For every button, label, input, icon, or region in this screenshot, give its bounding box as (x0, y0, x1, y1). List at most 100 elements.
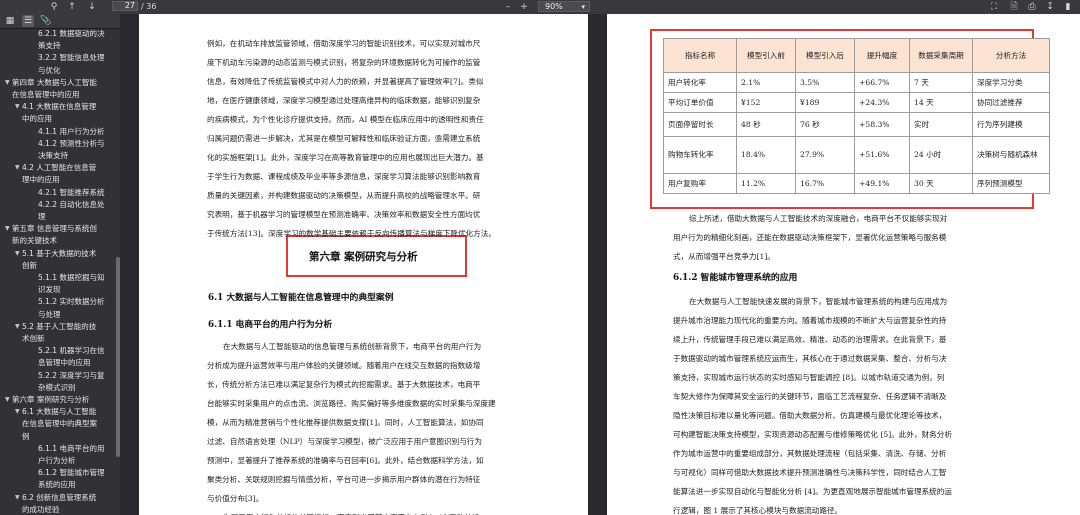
download-icon[interactable]: ↧ (1044, 1, 1056, 13)
chevron-down-icon[interactable]: ▼ (5, 224, 10, 233)
outline-item[interactable]: 6.1.2 智能城市管理 (38, 468, 104, 477)
pdf-page-right: 指标名称 模型引入前 模型引入后 提升幅度 数据采集周期 分析方法 用户转化率 2.1% 3.5… (607, 14, 1080, 515)
document-outline: 6.2.1 数据驱动的决 策支持 3.2.2 智能信息处理 与优化 ▼ 第四章 大数据与人… (0, 29, 120, 515)
outline-item[interactable]: 6.1.1 电商平台的用 (38, 444, 104, 453)
outline-item[interactable]: 5.1.2 实时数据分析 (38, 297, 104, 306)
outline-item[interactable]: 6.2.1 数据驱动的决 (38, 29, 104, 38)
outline-item[interactable]: 新的关键技术 (12, 236, 57, 245)
body-text-line: 质量的关键因素，并构建数据驱动的决策模型，从而提升高校的战略管理水平。研 (207, 191, 481, 200)
chevron-down-icon[interactable]: ▼ (15, 322, 20, 331)
table-cell: 深度学习分类 (972, 72, 1050, 93)
chevron-down-icon[interactable]: ▼ (15, 493, 20, 502)
table-cell: ¥189 (795, 92, 855, 113)
outline-item-label: 理中的应用 (22, 175, 60, 185)
outline-item[interactable]: 5.2.1 机器学习在信 (38, 346, 104, 355)
table-cell: +58.3% (854, 112, 910, 137)
outline-item[interactable]: ▼ 第五章 信息管理与系统创 (5, 224, 97, 233)
table-cell: +66.7% (854, 72, 910, 93)
outline-item[interactable]: ▼ 6.1 大数据与人工智能 (15, 407, 96, 416)
open-file-icon[interactable]: 🗎 (1008, 1, 1020, 13)
outline-item[interactable]: 3.2.2 智能信息处理 (38, 53, 104, 62)
outline-item[interactable]: 术创新 (22, 334, 45, 343)
outline-item[interactable]: 4.2.2 自动化信息处 (38, 200, 104, 209)
outline-item[interactable]: 理 (38, 212, 46, 221)
outline-item[interactable]: 息管理中的应用 (38, 358, 91, 367)
outline-item-label: 在信息管理中的应用 (12, 90, 80, 99)
body-text-line: 与可视化）同样可借助大数据技术提升预测准确性与决策科学性，同时结合人工智 (673, 468, 947, 477)
body-text-line: 提升城市治理能力现代化的重要方向。随着城市规模的不断扩大与运营复杂性的持 (673, 316, 947, 325)
table-cell: 3.5% (795, 72, 855, 93)
outline-item[interactable]: 在信息管理中的应用 (12, 90, 80, 99)
outline-item[interactable]: 5.1.1 数据挖掘与知 (38, 273, 104, 282)
chevron-down-icon[interactable]: ▼ (15, 407, 20, 416)
attachments-icon[interactable]: 📎 (40, 15, 52, 27)
outline-item[interactable]: ▼ 6.2 创新信息管理系统 (15, 493, 96, 502)
zoom-out-icon[interactable]: – (502, 1, 514, 13)
outline-item-label: 4.2 人工智能在信息管 (22, 163, 97, 173)
table-cell: +49.1% (854, 173, 910, 194)
outline-item[interactable]: 杂模式识别 (38, 383, 76, 392)
chevron-down-icon[interactable]: ▼ (5, 395, 10, 404)
body-text-line: 式，从而增强平台竞争力[1]。 (673, 252, 775, 261)
body-text-line: 归属问题仍需进一步解决，尤其是在模型可解释性和临床验证方面，亟需建立系统 (207, 134, 481, 143)
outline-item-label: 中的应用 (22, 114, 52, 124)
outline-item[interactable]: 4.1.1 用户行为分析 (38, 127, 104, 136)
outline-item[interactable]: ▼ 第六章 案例研究与分析 (5, 395, 89, 404)
table-cell: 行为序列建模 (972, 112, 1050, 137)
table-header-cell: 模型引入前 (736, 38, 796, 73)
chevron-down-icon[interactable]: ▼ (15, 163, 20, 172)
chevron-down-icon[interactable]: ▼ (15, 249, 20, 258)
outline-item[interactable]: 例 (22, 432, 30, 441)
chevron-down-icon[interactable]: ▼ (5, 78, 10, 87)
body-text-line: 隐性决策目标难以量化等问题。借助大数据分析、仿真建模与最优化理论等技术， (673, 411, 947, 420)
outline-item[interactable]: 的成功经验 (22, 505, 60, 514)
outline-item-label: 5.1 基于大数据的技术 (22, 248, 97, 258)
outline-item[interactable]: 创新 (22, 261, 37, 270)
body-text-line: 于数据驱动的城市管理系统应运而生，其核心在于通过数据采集、整合、分析与决 (673, 354, 947, 363)
outline-item[interactable]: 4.2.1 智能推荐系统 (38, 188, 104, 197)
table-cell: 用户复购率 (663, 173, 737, 194)
print-icon[interactable]: ⎙ (1026, 1, 1038, 13)
outline-item-label: 杂模式识别 (38, 382, 76, 392)
section-6-1-heading: 6.1 大数据与人工智能在信息管理中的典型案例 (208, 293, 394, 303)
thumbnails-icon[interactable]: ▦ (4, 15, 16, 27)
outline-item[interactable]: ▼ 4.2 人工智能在信息管 (15, 163, 97, 173)
outline-item[interactable]: 决策支持 (38, 151, 68, 160)
outline-item-label: 创新 (22, 260, 37, 270)
outline-item-label: 识发现 (38, 285, 61, 295)
outline-item-label: 新的关键技术 (12, 236, 57, 246)
outline-item[interactable]: ▼ 5.1 基于大数据的技术 (15, 248, 97, 258)
outline-item[interactable]: 4.1.2 预测性分析与 (38, 139, 104, 148)
fullscreen-icon[interactable]: ⛶ (988, 1, 1000, 13)
outline-item[interactable]: 5.2.2 深度学习与复 (38, 371, 104, 380)
body-text-line: 于传统方法[13]。深度学习的数学基础主要依赖于反向传播算法与梯度下降优化方法。 (207, 229, 496, 238)
outline-icon[interactable]: ☰ (22, 15, 34, 27)
outline-item[interactable]: 与处理 (38, 310, 61, 319)
outline-item[interactable]: 理中的应用 (22, 175, 60, 184)
page-number-input[interactable] (112, 1, 138, 11)
outline-item-label: 6.1.2 智能城市管理 (38, 468, 105, 478)
table-cell: 24 小时 (909, 136, 973, 174)
outline-item-label: 与处理 (38, 309, 61, 319)
outline-item[interactable]: 户行为分析 (38, 456, 76, 465)
chevron-down-icon[interactable]: ▼ (15, 102, 20, 111)
search-icon[interactable]: ⚲ (48, 1, 60, 13)
body-text-line: 车契大修作为保障其安全运行的关键环节，面临工艺流程复杂、任务逻辑不清晰及 (673, 392, 947, 401)
outline-item[interactable]: ▼ 第四章 大数据与人工智能 (5, 77, 97, 87)
outline-item[interactable]: ▼ 4.1 大数据在信息管理 (15, 102, 96, 111)
body-text-line: 用户行为的精细化刻画，还能在数据驱动决策框架下，显著优化运营策略与服务模 (673, 233, 947, 242)
outline-item[interactable]: 识发现 (38, 285, 61, 294)
outline-item[interactable]: ▼ 5.2 基于人工智能的技 (15, 322, 96, 331)
next-page-icon[interactable]: ↓ (86, 1, 98, 13)
outline-item[interactable]: 系统的应用 (38, 480, 76, 489)
zoom-select[interactable]: 90% ▾ (538, 1, 590, 12)
previous-page-icon[interactable]: ↑ (66, 1, 78, 13)
zoom-in-icon[interactable]: + (518, 1, 530, 13)
bookmark-icon[interactable]: ▮ (1062, 1, 1074, 13)
outline-item-label: 第四章 大数据与人工智能 (12, 77, 97, 87)
outline-item[interactable]: 与优化 (38, 66, 61, 75)
outline-item[interactable]: 在信息管理中的典型案 (22, 419, 97, 428)
outline-item[interactable]: 中的应用 (22, 114, 52, 123)
table-cell: 实时 (909, 112, 973, 137)
outline-item[interactable]: 策支持 (38, 41, 61, 50)
